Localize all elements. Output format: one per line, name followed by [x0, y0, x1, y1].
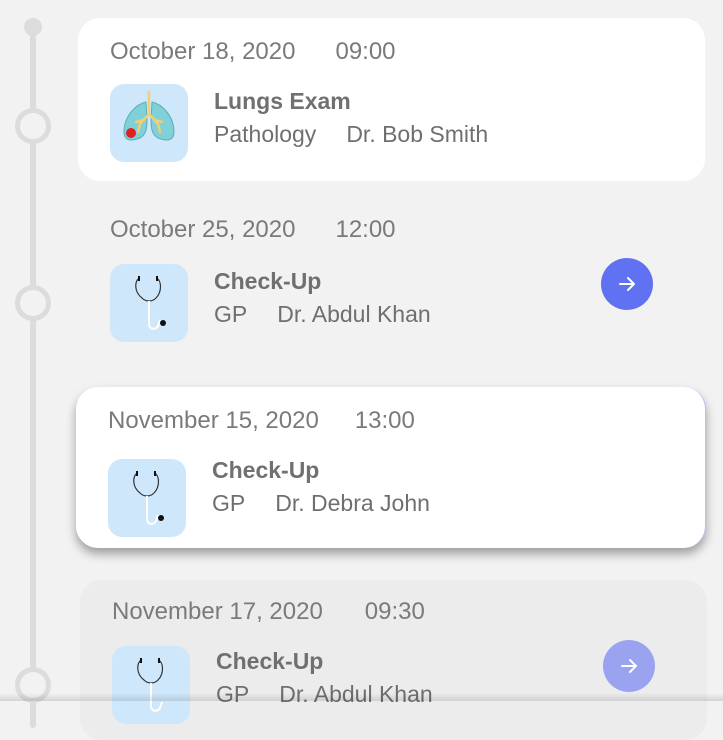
timeline-node [15, 285, 51, 321]
timeline-start-cap [24, 18, 42, 36]
appointment-time: 13:00 [354, 407, 415, 434]
appointment-info: Check-Up GP Dr. Abdul Khan [214, 268, 431, 328]
bottom-scroll-shadow [0, 693, 723, 701]
lungs-icon [110, 84, 188, 162]
appointment-datetime: October 25, 2020 12:00 [110, 216, 396, 244]
appointment-doctor: Dr. Abdul Khan [277, 301, 431, 327]
appointment-time: 09:00 [335, 38, 396, 65]
appointment-title: Check-Up [216, 648, 324, 674]
appointment-department: Pathology [214, 121, 317, 147]
appointment-datetime: October 18, 2020 09:00 [110, 38, 396, 66]
stethoscope-icon [110, 264, 188, 342]
appointment-datetime: November 15, 2020 13:00 [108, 407, 415, 435]
appointment-title: Check-Up [214, 268, 322, 294]
appointment-card[interactable]: November 15, 2020 13:00 Check-Up GP Dr. De… [76, 387, 706, 548]
arrow-right-icon [621, 659, 637, 673]
appointment-title: Lungs Exam [214, 88, 351, 114]
appointment-doctor: Dr. Bob Smith [346, 121, 489, 147]
appointment-department: GP [212, 490, 246, 516]
appointment-card[interactable]: October 25, 2020 12:00 Check-Up GP Dr. Abd… [78, 200, 705, 360]
appointment-date: November 17, 2020 [112, 598, 323, 625]
stethoscope-icon [108, 459, 186, 537]
timeline-node [15, 108, 51, 144]
stethoscope-icon [112, 646, 190, 724]
appointment-datetime: November 17, 2020 09:30 [112, 598, 425, 626]
appointment-date: October 25, 2020 [110, 216, 296, 243]
appointment-card[interactable]: November 17, 202009:30 Check-Up GPDr. Ab… [80, 580, 707, 740]
arrow-right-icon [619, 277, 635, 291]
appointment-date: October 18, 2020 [110, 38, 296, 65]
appointment-card[interactable]: October 18, 2020 09:00 Lungs Exam Patholo… [78, 18, 705, 181]
appointment-info: Lungs Exam Pathology Dr. Bob Smith [214, 88, 488, 148]
appointment-title: Check-Up [212, 457, 320, 483]
open-appointment-button[interactable] [601, 258, 653, 310]
appointment-time: 09:30 [364, 598, 425, 625]
appointment-info: Check-Up GP Dr. Debra John [212, 457, 430, 517]
open-appointment-button[interactable] [603, 640, 655, 692]
appointment-doctor: Dr. Debra John [275, 490, 430, 516]
appointment-time: 12:00 [335, 216, 396, 243]
appointment-department: GP [214, 301, 248, 327]
appointment-date: November 15, 2020 [108, 407, 319, 434]
